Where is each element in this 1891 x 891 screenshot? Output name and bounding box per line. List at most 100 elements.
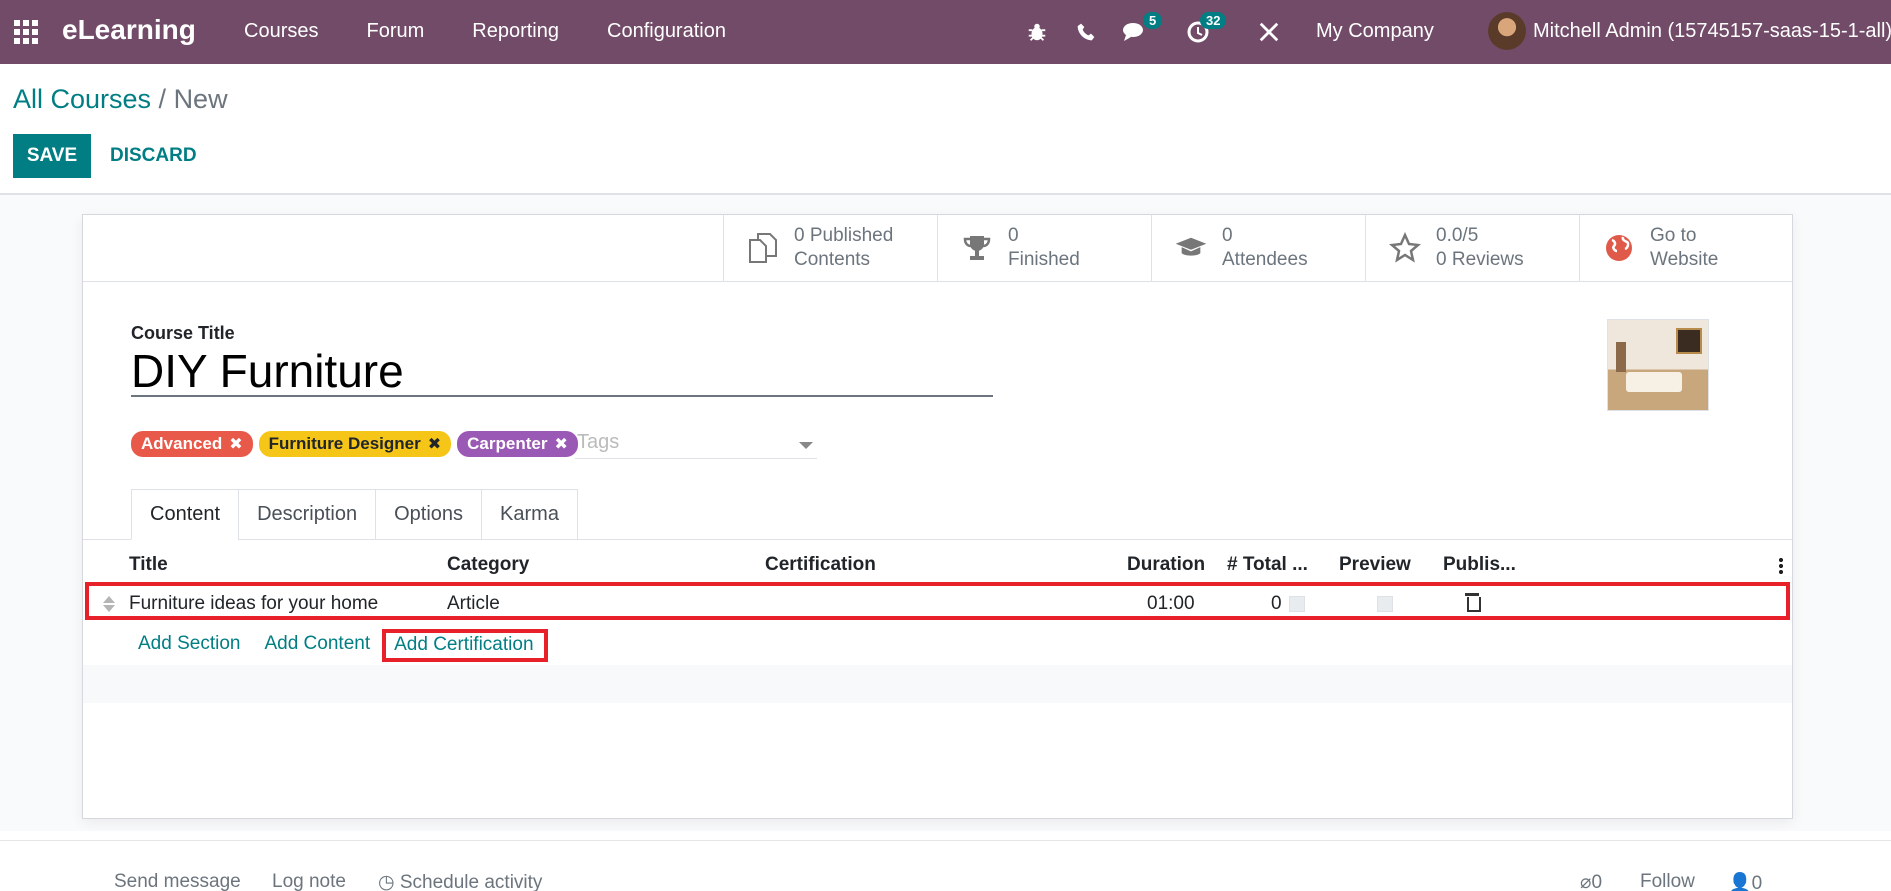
log-note-button[interactable]: Log note — [272, 871, 346, 891]
tag-advanced: Advanced ✖ — [131, 431, 253, 457]
tags-input[interactable]: Tags — [575, 431, 817, 459]
header-title[interactable]: Title — [129, 554, 168, 576]
published-checkbox[interactable] — [1377, 596, 1393, 612]
menu-configuration[interactable]: Configuration — [607, 20, 726, 43]
header-total[interactable]: # Total ... — [1227, 554, 1308, 576]
breadcrumb: All Courses / New — [13, 84, 228, 115]
tools-icon[interactable] — [1258, 0, 1280, 64]
website-label: Website — [1650, 249, 1719, 270]
attendees-button[interactable]: 0 Attendees — [1151, 215, 1365, 281]
drag-handle-icon[interactable] — [103, 594, 115, 614]
course-title-input[interactable]: DIY Furniture — [131, 345, 993, 397]
reviews-label: 0 Reviews — [1436, 249, 1524, 270]
add-line-links: Add Section Add Content Add Certificatio… — [138, 629, 572, 666]
published-label: Contents — [794, 249, 871, 270]
tab-description[interactable]: Description — [238, 489, 376, 540]
tags-placeholder: Tags — [577, 431, 620, 453]
attendees-label: Attendees — [1222, 249, 1308, 270]
published-contents-button[interactable]: 0 Published Contents — [723, 215, 937, 281]
followers-button[interactable]: 👤0 — [1728, 871, 1762, 891]
messages-badge: 5 — [1143, 12, 1163, 29]
add-certification-link[interactable]: Add Certification — [382, 629, 548, 662]
schedule-activity-button[interactable]: ◷ Schedule activity — [378, 871, 542, 891]
top-navbar: eLearning Courses Forum Reporting Config… — [0, 0, 1891, 64]
empty-row — [83, 665, 1792, 703]
bug-icon[interactable] — [1026, 0, 1048, 64]
finished-count: 0 — [1008, 225, 1019, 246]
breadcrumb-current: New — [173, 84, 228, 114]
tab-options[interactable]: Options — [375, 489, 482, 540]
add-section-link[interactable]: Add Section — [138, 633, 240, 666]
smart-button-box: 0 Published Contents 0 Finished 0 Attendees… — [83, 215, 1792, 282]
save-button[interactable]: SAVE — [13, 134, 91, 178]
graduation-cap-icon — [1174, 231, 1208, 265]
course-image[interactable] — [1607, 319, 1709, 411]
table-row[interactable]: Furniture ideas for your home Article 01… — [85, 582, 1790, 620]
phone-icon[interactable] — [1076, 0, 1096, 64]
menu-forum[interactable]: Forum — [366, 20, 424, 43]
tag-furniture-designer: Furniture Designer ✖ — [258, 431, 452, 457]
messages-icon[interactable] — [1122, 0, 1148, 64]
header-category[interactable]: Category — [447, 554, 529, 576]
discard-button[interactable]: DISCARD — [110, 134, 197, 178]
tag-label: Furniture Designer — [268, 434, 421, 453]
row-duration[interactable]: 01:00 — [1147, 593, 1195, 615]
breadcrumb-all-courses[interactable]: All Courses — [13, 84, 151, 114]
reviews-button[interactable]: 0.0/5 0 Reviews — [1365, 215, 1579, 281]
optional-columns-icon[interactable] — [1779, 557, 1783, 575]
user-avatar[interactable] — [1488, 12, 1526, 50]
attachments-button[interactable]: ⌀0 — [1580, 871, 1602, 891]
form-sheet: 0 Published Contents 0 Finished 0 Attendees… — [82, 214, 1793, 819]
clock-icon: ◷ — [378, 872, 400, 891]
row-category[interactable]: Article — [447, 593, 500, 615]
trash-icon[interactable] — [1465, 593, 1481, 612]
remove-tag-icon[interactable]: ✖ — [428, 434, 441, 454]
preview-checkbox[interactable] — [1289, 596, 1305, 612]
attachments-count: 0 — [1591, 872, 1603, 891]
company-switcher[interactable]: My Company — [1316, 20, 1434, 43]
copy-icon — [746, 231, 780, 265]
chevron-down-icon[interactable] — [799, 442, 813, 449]
notebook-tabs: Content Description Options Karma — [131, 489, 578, 540]
go-to-website-button[interactable]: Go to Website — [1579, 215, 1793, 281]
add-content-link[interactable]: Add Content — [264, 633, 370, 666]
go-to-label: Go to — [1650, 225, 1697, 246]
tag-carpenter: Carpenter ✖ — [457, 431, 578, 457]
tag-label: Advanced — [141, 434, 223, 453]
schedule-activity-label: Schedule activity — [399, 872, 543, 891]
menu-reporting[interactable]: Reporting — [472, 20, 559, 43]
header-duration[interactable]: Duration — [1127, 554, 1205, 576]
row-title[interactable]: Furniture ideas for your home — [129, 593, 378, 615]
main-menu: Courses Forum Reporting Configuration — [244, 20, 774, 43]
course-title-label: Course Title — [131, 323, 235, 343]
follow-button[interactable]: Follow — [1640, 871, 1695, 891]
breadcrumb-separator: / — [151, 84, 174, 114]
followers-count: 0 — [1751, 873, 1763, 891]
header-published[interactable]: Publis... — [1443, 554, 1516, 576]
header-certification[interactable]: Certification — [765, 554, 876, 576]
activities-badge: 32 — [1200, 12, 1227, 29]
tab-content[interactable]: Content — [131, 489, 239, 540]
apps-grid-icon[interactable] — [12, 18, 40, 46]
remove-tag-icon[interactable]: ✖ — [229, 434, 242, 454]
tags-field: Advanced ✖ Furniture Designer ✖ Carpenter ✖ — [131, 431, 578, 457]
app-brand[interactable]: eLearning — [62, 14, 196, 46]
header-preview[interactable]: Preview — [1339, 554, 1411, 576]
globe-icon — [1602, 231, 1636, 265]
tabs-divider — [83, 539, 1792, 540]
row-total: 0 — [1271, 593, 1282, 614]
table-header: Title Category Certification Duration # … — [83, 545, 1792, 585]
tab-karma[interactable]: Karma — [481, 489, 578, 540]
published-count: 0 Published — [794, 225, 894, 246]
user-icon: 👤 — [1728, 873, 1752, 891]
star-icon — [1388, 231, 1422, 265]
menu-courses[interactable]: Courses — [244, 20, 318, 43]
activities-icon[interactable] — [1186, 0, 1210, 64]
tag-label: Carpenter — [467, 434, 548, 453]
user-menu[interactable]: Mitchell Admin (15745157-saas-15-1-all) — [1533, 20, 1891, 43]
remove-tag-icon[interactable]: ✖ — [554, 434, 567, 454]
send-message-button[interactable]: Send message — [114, 871, 241, 891]
finished-button[interactable]: 0 Finished — [937, 215, 1151, 281]
paperclip-icon: ⌀ — [1580, 872, 1592, 891]
attendees-count: 0 — [1222, 225, 1233, 246]
